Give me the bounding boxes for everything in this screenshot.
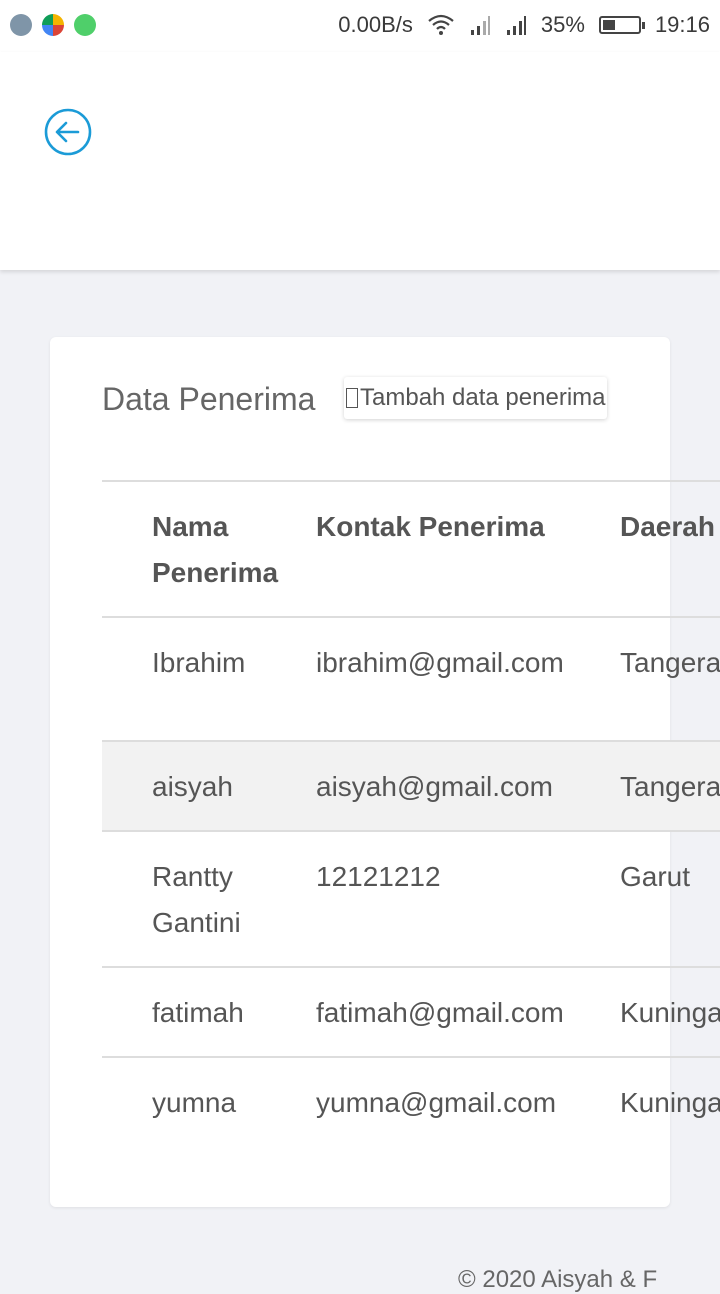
header-kontak: Kontak Penerima <box>282 480 586 617</box>
battery-fill <box>602 20 615 30</box>
cell-daerah: Kuningan <box>586 1056 720 1146</box>
pinwheel-icon <box>42 14 64 36</box>
signal-icon-1 <box>470 16 490 35</box>
table-row: aisyah aisyah@gmail.com Tangerang <box>102 740 720 831</box>
table-row: fatimah fatimah@gmail.com Kuningan <box>102 966 720 1057</box>
battery-percent: 35% <box>540 12 585 37</box>
notification-icons <box>10 14 96 36</box>
signal-icon-2 <box>506 16 526 35</box>
status-right: 0.00B/s 35% 19:16 <box>338 12 710 38</box>
table-row: Ibrahim ibrahim@gmail.com Tangerang <box>102 616 720 741</box>
header-daerah: Daerah <box>586 480 720 617</box>
add-recipient-label: Tambah data penerima <box>360 384 606 411</box>
add-recipient-button[interactable]: Tambah data penerima <box>344 377 608 419</box>
cell-daerah: Kuningan <box>586 966 720 1057</box>
cell-nama: aisyah <box>102 740 282 831</box>
cell-nama: Rantty Gantini <box>102 830 282 967</box>
table-header-row: Nama Penerima Kontak Penerima Daerah <box>102 480 720 617</box>
missing-glyph-icon <box>346 388 358 408</box>
cell-kontak: fatimah@gmail.com <box>282 966 586 1057</box>
battery-icon <box>598 16 645 34</box>
back-button[interactable] <box>44 108 92 156</box>
table-row: yumna yumna@gmail.com Kuningan <box>102 1056 720 1146</box>
cell-nama: yumna <box>102 1056 282 1146</box>
app-header <box>0 52 720 270</box>
clock: 19:16 <box>654 12 710 37</box>
wifi-icon <box>428 14 454 35</box>
header-nama: Nama Penerima <box>102 480 282 617</box>
cell-daerah: Tangerang <box>586 740 720 831</box>
cell-daerah: Garut <box>586 830 720 967</box>
table-row: Rantty Gantini 12121212 Garut <box>102 830 720 967</box>
cell-nama: fatimah <box>102 966 282 1057</box>
cell-kontak: 12121212 <box>282 830 586 967</box>
cell-daerah: Tangerang <box>586 616 720 741</box>
recipient-table: Nama Penerima Kontak Penerima Daerah Ibr… <box>102 480 720 1146</box>
gallery-icon <box>10 14 32 36</box>
card-title: Data Penerima <box>102 381 316 417</box>
cell-nama: Ibrahim <box>102 616 282 741</box>
cell-kontak: ibrahim@gmail.com <box>282 616 586 741</box>
network-speed: 0.00B/s <box>338 12 413 37</box>
status-bar: 0.00B/s 35% 19:16 <box>0 0 720 52</box>
cell-kontak: yumna@gmail.com <box>282 1056 586 1146</box>
footer-copyright: © 2020 Aisyah & F <box>458 1266 658 1293</box>
recipient-card: Data Penerima Tambah data penerima Nama … <box>50 337 720 1207</box>
whatsapp-business-icon <box>74 14 96 36</box>
recipient-table-wrapper[interactable]: Nama Penerima Kontak Penerima Daerah Ibr… <box>102 480 720 1146</box>
cell-kontak: aisyah@gmail.com <box>282 740 586 831</box>
